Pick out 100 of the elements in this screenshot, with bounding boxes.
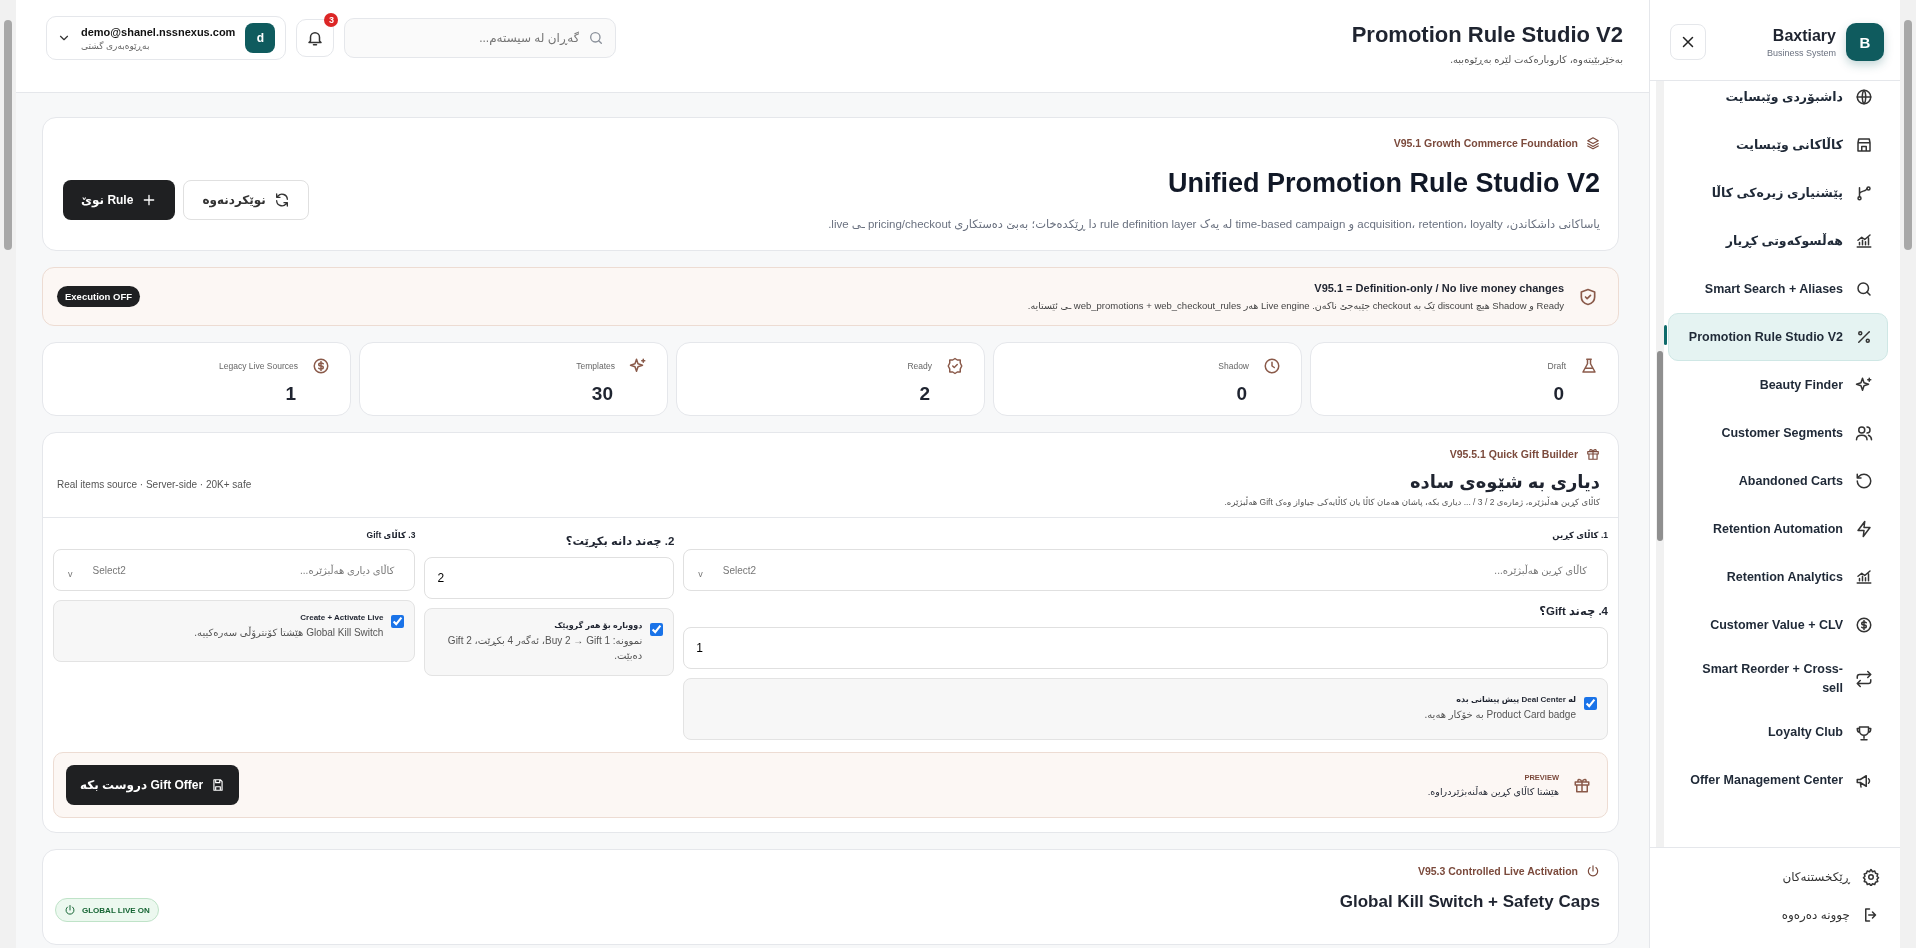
stat-label: Templates: [576, 361, 615, 371]
option-text: Global Kill Switch هێشتا کۆنترۆڵی سەرەکییە.: [194, 625, 384, 640]
checkbox[interactable]: [1584, 697, 1597, 710]
option-title: دووبارە بۆ هەر گروپێک: [553, 621, 643, 630]
card-title: Unified Promotion Rule Studio V2: [1167, 168, 1600, 199]
status-badge: GLOBAL LIVE ON: [55, 898, 159, 922]
clock-icon: [1263, 357, 1281, 375]
scrollbar[interactable]: [1900, 0, 1916, 948]
sidebar-item[interactable]: Smart Search + Aliases: [1668, 265, 1888, 313]
sidebar-item[interactable]: Abandoned Carts: [1668, 457, 1888, 505]
gift-icon: [1586, 447, 1600, 461]
page-subtitle: بەخێربێیتەوە، کاروبارەکەت لێرە بەڕێوەببە.: [1449, 53, 1623, 65]
sidebar-item[interactable]: Loyalty Club: [1668, 708, 1888, 757]
bar-chart-icon: [1855, 232, 1873, 250]
close-button[interactable]: [1670, 24, 1706, 60]
card-title: دیاری بە شێوەی سادە: [1408, 471, 1600, 493]
stat-label: Shadow: [1218, 361, 1249, 371]
save-icon: [211, 778, 226, 792]
create-gift-offer-button[interactable]: Gift Offer دروست بکە: [66, 765, 240, 805]
power-icon: [64, 904, 76, 916]
bell-icon: [306, 29, 325, 47]
active-indicator: [1664, 325, 1667, 345]
source-note: Real items source · Server-side · 20K+ safe: [57, 479, 252, 492]
user-avatar: d: [245, 23, 276, 53]
scrollbar[interactable]: [0, 0, 16, 948]
sidebar-footer-item[interactable]: چوونە دەرەوە: [1662, 896, 1888, 934]
check-badge-icon: [946, 357, 964, 375]
option-title: لە Deal Center پیش پیشانی بدە: [1455, 695, 1576, 704]
dollar-circle-icon: [1855, 616, 1873, 634]
search-icon: [1855, 280, 1873, 298]
settings-icon: [1862, 868, 1880, 886]
user-email: demo@shanel.nssnexus.com: [81, 25, 236, 38]
shield-check-icon: [1578, 286, 1598, 307]
buy-quantity-field[interactable]: 2: [424, 557, 675, 599]
notifications-button[interactable]: [296, 19, 335, 57]
refresh-icon: [273, 192, 290, 208]
trophy-icon: [1855, 723, 1873, 742]
field-label: 1. کاڵای کڕین: [1551, 530, 1608, 540]
banner-title: V95.1 = Definition-only / No live money changes: [1313, 282, 1564, 294]
scrollbar[interactable]: [1656, 81, 1664, 847]
sidebar-item[interactable]: پێشنیاری زیرەکی کاڵا: [1668, 169, 1888, 217]
option-title: Create + Activate Live: [299, 613, 384, 622]
refresh-button[interactable]: نوێکردنەوە: [183, 180, 309, 220]
sidebar-item[interactable]: Customer Segments: [1668, 409, 1888, 457]
user-role: بەڕێوەبەری گشتی: [81, 40, 150, 51]
card-description: یاساکانی داشکاندن، acquisition، retention، loyalty و time-based campaign لە یەک rule definition layer دا ڕێکدەخات؛ بەبێ دەستکاری pricing/checkout ـی live.: [827, 217, 1600, 233]
notification-count: 3: [324, 13, 339, 27]
field-label: 2. چەند دانە بکڕێت؟: [564, 534, 675, 548]
checkbox[interactable]: [650, 623, 664, 636]
preview-text: هێشتا کاڵای کڕین هەڵنەبژێردراوە.: [1426, 786, 1559, 797]
rotate-icon: [1855, 472, 1873, 490]
power-icon: [1586, 864, 1600, 878]
stat-value: 1: [284, 383, 296, 405]
sidebar-item[interactable]: Retention Automation: [1668, 505, 1888, 553]
sidebar-item[interactable]: Beauty Finder: [1668, 361, 1888, 409]
store-icon: [1855, 136, 1873, 154]
search-field[interactable]: گەڕان لە سیستەم...: [344, 18, 617, 58]
brand-name: Baxtiary: [1771, 26, 1836, 45]
brand-tagline: Business System: [1765, 47, 1836, 58]
stat-value: 30: [590, 383, 613, 405]
new-rule-button[interactable]: Rule نوێ: [63, 180, 176, 220]
option-text: Product Card badge بە خۆکار هەیە.: [1424, 708, 1576, 722]
sidebar-footer-item[interactable]: ڕێکخستنەکان: [1662, 858, 1888, 896]
sidebar-item[interactable]: داشبۆردی وێبسایت: [1668, 81, 1888, 121]
gift-quantity-field[interactable]: 1: [683, 627, 1608, 669]
sidebar-item[interactable]: هەڵسوکەوتی کڕیار: [1668, 217, 1888, 265]
sidebar-item[interactable]: Customer Value + CLV: [1668, 601, 1888, 649]
sidebar-item[interactable]: کاڵاکانی وێبسایت: [1668, 121, 1888, 169]
layers-icon: [1586, 136, 1600, 150]
dollar-circle-icon: [312, 357, 330, 375]
sidebar-item[interactable]: Offer Management Center: [1668, 756, 1888, 805]
lightning-icon: [1855, 520, 1873, 538]
search-icon: [588, 30, 605, 46]
sparkles-icon: [1855, 376, 1873, 394]
flask-icon: [1580, 357, 1598, 375]
banner-text: Ready و Shadow هیچ discount ێک بە checkout جێبەجێ ناکەن. Live engine هەر web_promotions + web_checkout_rules ـی ئێستایە.: [1026, 300, 1564, 311]
card-title: Global Kill Switch + Safety Caps: [1339, 892, 1600, 912]
field-label: 4. چەند Gift؟: [1538, 604, 1608, 618]
users-icon: [1855, 424, 1873, 442]
field-label: 3. کاڵای Gift: [365, 530, 416, 540]
sidebar-item[interactable]: Promotion Rule Studio V2: [1668, 313, 1888, 361]
stat-value: 0: [1552, 383, 1564, 405]
percent-icon: [1855, 328, 1873, 346]
sidebar-item[interactable]: Smart Reorder + Cross-sell: [1668, 649, 1888, 709]
stat-label: Ready: [907, 361, 932, 371]
bar-chart-icon: [1855, 568, 1873, 586]
gift-icon: [1573, 776, 1591, 794]
option-text: نموونە: Buy 2 → Gift 1، ئەگەر 4 بکڕێت، Gift 2 دەبێت.: [446, 634, 643, 663]
brand-logo: B: [1846, 23, 1884, 61]
page-title: Promotion Rule Studio V2: [1351, 21, 1623, 48]
branch-icon: [1855, 184, 1873, 202]
checkbox[interactable]: [391, 615, 405, 628]
globe-icon: [1855, 88, 1873, 106]
section-eyebrow: V95.1 Growth Commerce Foundation: [1393, 137, 1578, 149]
sparkles-icon: [629, 357, 647, 375]
sidebar-item[interactable]: Retention Analytics: [1668, 553, 1888, 601]
section-eyebrow: V95.5.1 Quick Gift Builder: [1449, 448, 1578, 460]
repeat-icon: [1855, 669, 1873, 688]
card-description: کاڵای کڕین هەڵبژێرە، ژمارەی 2 / 3 / ... دیاری بکە، پاشان هەمان کاڵا یان کاڵایەکی جیاواز وەک Gift هەڵبژێرە.: [1224, 497, 1600, 507]
status-badge: Execution OFF: [57, 286, 141, 307]
